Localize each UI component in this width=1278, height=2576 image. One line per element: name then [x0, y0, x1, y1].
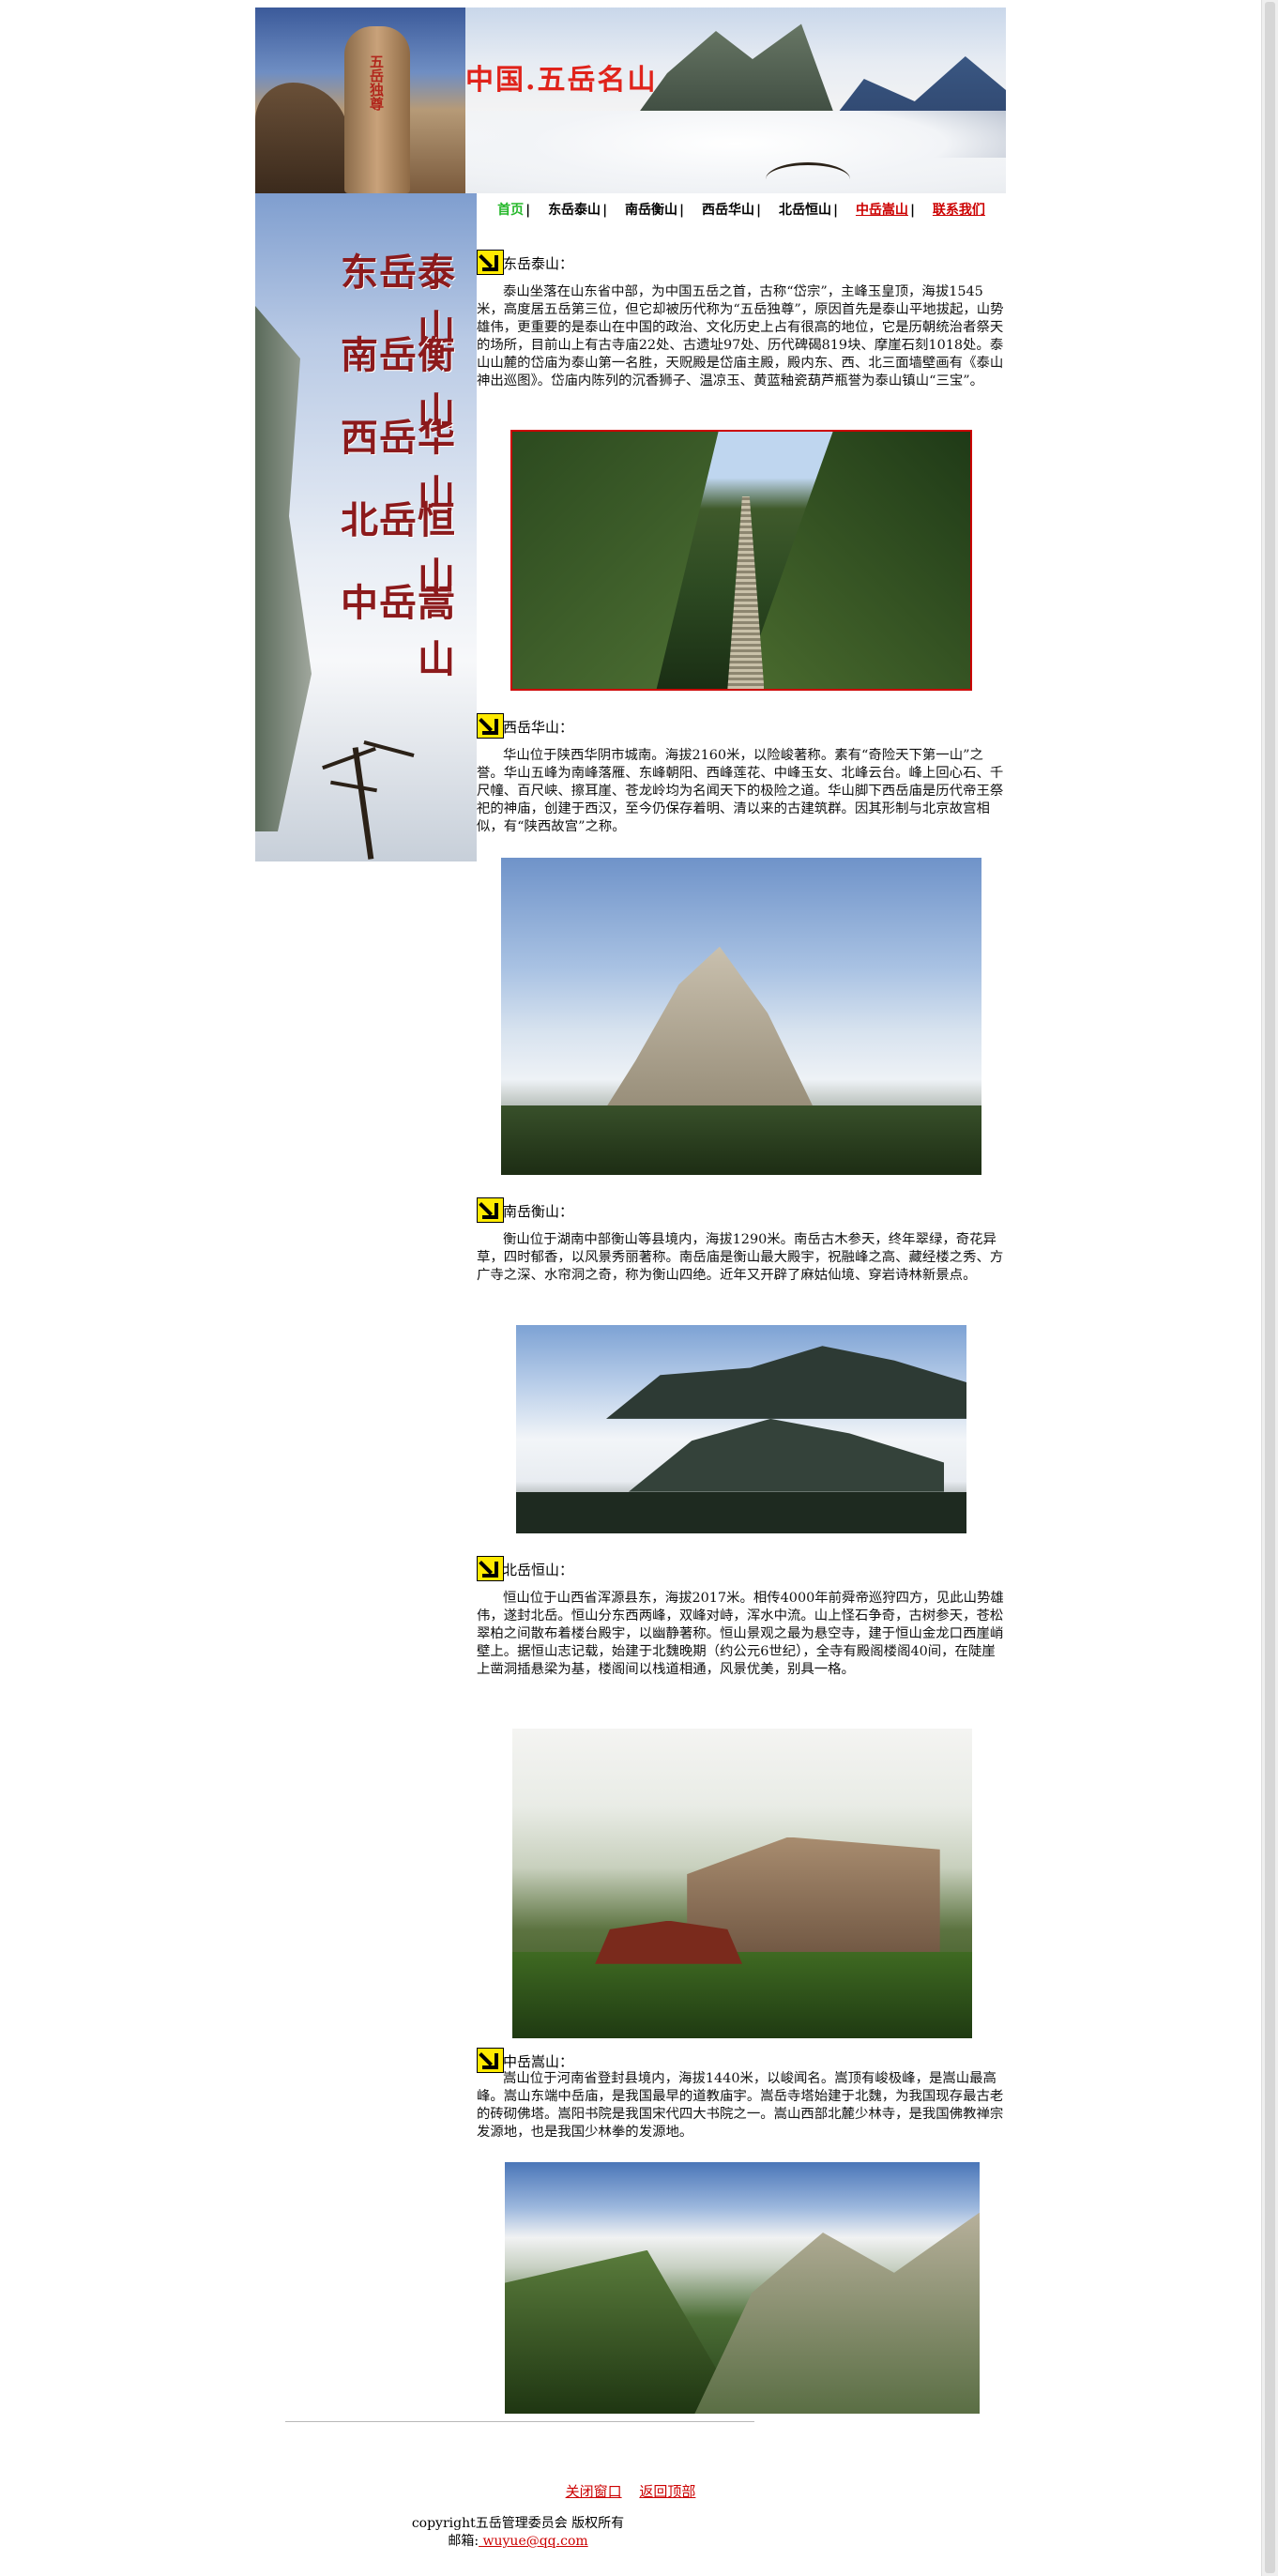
arrow-icon — [477, 1556, 504, 1581]
banner-image: 中国.五岳名山 — [465, 8, 1006, 193]
hengshan-south-photo — [516, 1325, 966, 1533]
section-text: 嵩山位于河南省登封县境内，海拔1440米，以峻闻名。嵩顶有峻极峰，是嵩山最高峰。… — [477, 2071, 1004, 2140]
arrow-icon — [477, 1197, 504, 1223]
arrow-icon — [477, 713, 504, 739]
nav-hengshan-south-link[interactable]: 南岳衡山 — [625, 203, 677, 218]
back-to-top-link[interactable]: 返回顶部 — [639, 2483, 695, 2500]
section-text: 衡山位于湖南中部衡山等县境内，海拔1290米。南岳古木参天，终年翠绿，奇花异草，… — [477, 1232, 1004, 1283]
section-text: 华山位于陕西华阴市城南。海拔2160米，以险峻著称。素有“奇险天下第一山”之誉。… — [477, 748, 1004, 834]
section-hengshan-south: 南岳衡山： 衡山位于湖南中部衡山等县境内，海拔1290米。南岳古木参天，终年翠绿… — [477, 1197, 1006, 1285]
sidebar-item-hengshan-south[interactable]: 南岳衡山 — [306, 328, 456, 434]
huashan-photo — [501, 858, 981, 1175]
footer-links: 关闭窗口 返回顶部 — [255, 2481, 1006, 2501]
section-huashan: 西岳华山： 华山位于陕西华阴市城南。海拔2160米，以险峻著称。素有“奇险天下第… — [477, 713, 1006, 836]
section-songshan: 中岳嵩山： 嵩山位于河南省登封县境内，海拔1440米，以峻闻名。嵩顶有峻极峰，是… — [477, 2048, 1006, 2142]
section-title: 南岳衡山： — [503, 1203, 574, 1220]
email-link[interactable]: wuyue@qq.com — [479, 2534, 588, 2549]
nav-contact-link[interactable]: 联系我们 — [933, 203, 985, 218]
copyright-text: copyright五岳管理委员会 版权所有 — [411, 2516, 625, 2531]
logo-carving: 五岳独尊 — [368, 54, 385, 111]
sidebar-item-taishan[interactable]: 东岳泰山 — [306, 245, 456, 351]
section-text: 泰山坐落在山东省中部，为中国五岳之首，古称“岱宗”，主峰玉皇顶，海拔1545米，… — [477, 284, 1004, 389]
section-title: 北岳恒山： — [503, 1562, 574, 1578]
nav-home-link[interactable]: 首页 — [497, 203, 524, 218]
sidebar: 东岳泰山 南岳衡山 西岳华山 北岳恒山 中岳嵩山 — [255, 193, 477, 861]
taishan-logo-image: 五岳独尊 — [255, 8, 465, 193]
header-banner: 五岳独尊 中国.五岳名山 — [255, 8, 1006, 193]
sidebar-item-huashan[interactable]: 西岳华山 — [306, 410, 456, 516]
pine-tree-image — [312, 719, 424, 860]
nav-hengshan-north-link[interactable]: 北岳恒山 — [779, 203, 831, 218]
arrow-icon — [477, 250, 504, 275]
arrow-icon — [477, 2048, 504, 2073]
section-title: 中岳嵩山： — [503, 2053, 574, 2070]
email-label: 邮箱: — [448, 2534, 479, 2549]
nav-songshan-link[interactable]: 中岳嵩山 — [856, 203, 908, 218]
copyright-block: copyright五岳管理委员会 版权所有 邮箱: wuyue@qq.com — [255, 2515, 781, 2551]
scrollbar-thumb[interactable] — [1265, 2, 1275, 2573]
hengshan-north-photo — [512, 1729, 972, 2038]
section-taishan: 东岳泰山： 泰山坐落在山东省中部，为中国五岳之首，古称“岱宗”，主峰玉皇顶，海拔… — [477, 250, 1006, 390]
section-title: 西岳华山： — [503, 719, 574, 736]
section-title: 东岳泰山： — [503, 255, 574, 272]
nav-huashan-link[interactable]: 西岳华山 — [702, 203, 754, 218]
sidebar-item-hengshan-north[interactable]: 北岳恒山 — [306, 493, 456, 599]
songshan-photo — [505, 2162, 980, 2414]
taishan-photo — [510, 430, 972, 691]
site-title: 中国.五岳名山 — [465, 64, 658, 97]
nav-taishan-link[interactable]: 东岳泰山 — [548, 203, 601, 218]
top-nav: 首页 | 东岳泰山 | 南岳衡山 | 西岳华山 | 北岳恒山 | 中岳嵩山 | 联系我们 — [497, 203, 985, 218]
email-line: 邮箱: wuyue@qq.com — [255, 2533, 781, 2551]
sidebar-menu: 东岳泰山 南岳衡山 西岳华山 北岳恒山 中岳嵩山 — [306, 245, 456, 681]
sidebar-item-songshan[interactable]: 中岳嵩山 — [306, 575, 456, 681]
section-hengshan-north: 北岳恒山： 恒山位于山西省浑源县东，海拔2017米。相传4000年前舜帝巡狩四方… — [477, 1556, 1006, 1679]
close-window-link[interactable]: 关闭窗口 — [566, 2483, 622, 2500]
vertical-scrollbar[interactable] — [1261, 0, 1278, 2576]
divider — [285, 2421, 754, 2422]
section-text: 恒山位于山西省浑源县东，海拔2017米。相传4000年前舜帝巡狩四方，见此山势雄… — [477, 1591, 1004, 1677]
